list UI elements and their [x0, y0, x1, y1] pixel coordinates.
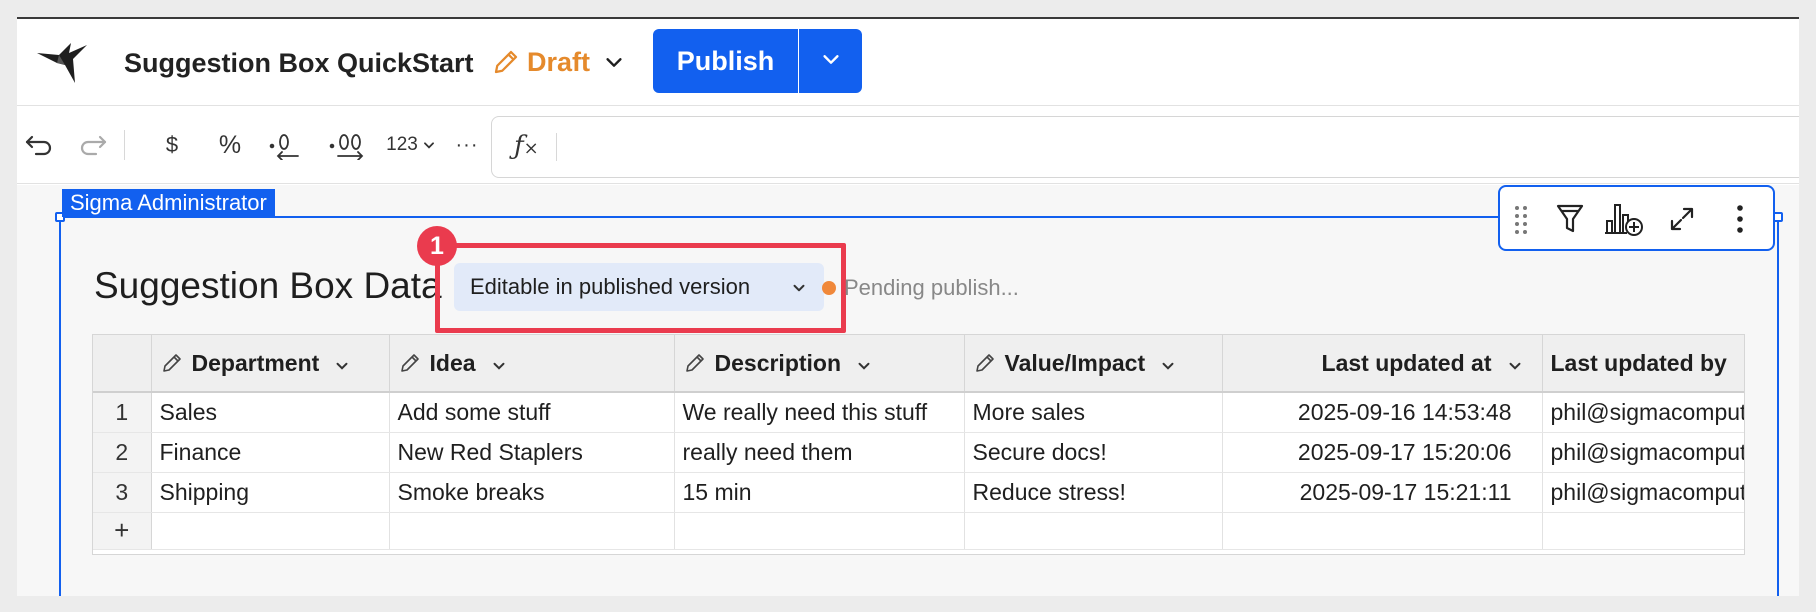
pencil-icon: [398, 351, 422, 375]
publish-button[interactable]: Publish: [653, 29, 798, 93]
number-format-dropdown[interactable]: 123: [383, 125, 439, 165]
app-header: Suggestion Box QuickStart Draft Publish: [17, 19, 1799, 105]
chevron-down-icon[interactable]: [855, 354, 873, 372]
chevron-down-icon[interactable]: [1741, 354, 1744, 372]
filter-icon[interactable]: [1550, 199, 1590, 239]
table-cell[interactable]: phil@sigmacomputing.com: [1542, 392, 1744, 433]
chevron-down-icon: [820, 48, 842, 75]
number-format-label: 123: [386, 134, 418, 155]
pencil-icon: [683, 351, 707, 375]
increase-decimals-icon[interactable]: [327, 125, 371, 165]
column-header-idea[interactable]: Idea: [389, 335, 675, 393]
table-header-row: Department Idea Description Value/Impact…: [93, 335, 1744, 393]
workbook-canvas: Sigma Administrator Suggestion Box Data …: [17, 185, 1799, 596]
more-options-button[interactable]: ···: [449, 125, 485, 165]
table-cell[interactable]: 2025-09-16 14:53:48: [1222, 392, 1543, 433]
column-label: Description: [714, 349, 842, 376]
pencil-icon: [160, 351, 184, 375]
table-cell[interactable]: [1222, 512, 1543, 550]
table-cell[interactable]: [389, 512, 675, 550]
table-cell[interactable]: [151, 512, 390, 550]
table-cell[interactable]: Add some stuff: [389, 392, 675, 433]
formatting-toolbar: $ % 123 ··· ƒ×: [17, 105, 1799, 184]
table-row: 1 Sales Add some stuff We really need th…: [93, 392, 1744, 433]
table-cell[interactable]: 2025-09-17 15:21:11: [1222, 472, 1543, 513]
chevron-down-icon[interactable]: [1506, 354, 1524, 372]
data-table: Department Idea Description Value/Impact…: [92, 334, 1745, 555]
table-cell[interactable]: Shipping: [151, 472, 390, 513]
decrease-decimals-icon[interactable]: [267, 125, 305, 165]
chevron-down-icon[interactable]: [333, 354, 351, 372]
user-presence-tag: Sigma Administrator: [62, 189, 275, 217]
drag-handle-icon[interactable]: [1508, 199, 1534, 239]
table-row: 2 Finance New Red Staplers really need t…: [93, 432, 1744, 473]
publish-options-button[interactable]: [799, 29, 862, 93]
more-vertical-icon[interactable]: [1720, 199, 1760, 239]
table-cell[interactable]: Finance: [151, 432, 390, 473]
undo-icon[interactable]: [21, 125, 57, 165]
document-title[interactable]: Suggestion Box QuickStart: [124, 48, 474, 79]
table-cell[interactable]: 15 min: [674, 472, 965, 513]
column-label: Last updated by: [1550, 349, 1727, 376]
add-row-button[interactable]: +: [93, 512, 152, 550]
table-cell[interactable]: 2025-09-17 15:20:06: [1222, 432, 1543, 473]
add-row: +: [93, 512, 1744, 550]
chevron-down-icon[interactable]: [490, 354, 508, 372]
table-cell[interactable]: [674, 512, 965, 550]
pending-label: Pending publish...: [844, 275, 1019, 300]
table-cell[interactable]: phil@sigmacomputing.com: [1542, 472, 1744, 513]
expand-icon[interactable]: [1662, 199, 1702, 239]
pending-publish-status: Pending publish...: [822, 275, 1019, 301]
annotation-callout-badge: 1: [417, 226, 457, 266]
draft-status[interactable]: Draft: [491, 43, 590, 81]
formula-bar[interactable]: ƒ×: [491, 116, 1799, 178]
table-title[interactable]: Suggestion Box Data: [94, 265, 442, 307]
table-cell[interactable]: Reduce stress!: [964, 472, 1223, 513]
chevron-down-icon[interactable]: [603, 51, 625, 73]
percent-format-button[interactable]: %: [212, 125, 248, 165]
table-cell[interactable]: [964, 512, 1223, 550]
column-header-value-impact[interactable]: Value/Impact: [964, 335, 1223, 393]
row-number[interactable]: 1: [93, 392, 152, 433]
chevron-down-icon[interactable]: [1159, 354, 1177, 372]
toolbar-divider: [124, 130, 125, 160]
table-cell[interactable]: Smoke breaks: [389, 472, 675, 513]
formula-divider: [556, 133, 557, 161]
pencil-icon: [973, 351, 997, 375]
table-cell[interactable]: More sales: [964, 392, 1223, 433]
column-header-department[interactable]: Department: [151, 335, 390, 393]
column-label: Last updated at: [1321, 349, 1492, 376]
add-chart-icon[interactable]: [1602, 199, 1648, 239]
column-header-last-updated-by[interactable]: Last updated by: [1542, 335, 1744, 393]
element-toolbar: [1498, 185, 1775, 251]
table-cell[interactable]: phil@sigmacomputing.com: [1542, 432, 1744, 473]
app-window: Suggestion Box QuickStart Draft Publish: [17, 17, 1799, 596]
row-number[interactable]: 2: [93, 432, 152, 473]
pencil-icon: [491, 47, 521, 77]
currency-format-button[interactable]: $: [157, 125, 187, 165]
column-label: Idea: [429, 349, 476, 376]
table-row: 3 Shipping Smoke breaks 15 min Reduce st…: [93, 472, 1744, 513]
column-label: Value/Impact: [1004, 349, 1146, 376]
status-dot-icon: [822, 281, 836, 295]
column-label: Department: [191, 349, 320, 376]
row-number[interactable]: 3: [93, 472, 152, 513]
table-cell[interactable]: Sales: [151, 392, 390, 433]
sigma-logo-icon[interactable]: [35, 39, 89, 85]
column-header-description[interactable]: Description: [674, 335, 965, 393]
redo-icon[interactable]: [75, 125, 111, 165]
column-header-last-updated-at[interactable]: Last updated at: [1222, 335, 1543, 393]
table-cell[interactable]: New Red Staplers: [389, 432, 675, 473]
row-number-header: [93, 335, 152, 393]
draft-label: Draft: [527, 46, 591, 77]
table-cell[interactable]: Secure docs!: [964, 432, 1223, 473]
table-cell[interactable]: really need them: [674, 432, 965, 473]
table-cell[interactable]: We really need this stuff: [674, 392, 965, 433]
function-icon: ƒ×: [514, 131, 539, 161]
annotation-highlight: [435, 243, 846, 333]
table-cell[interactable]: [1542, 512, 1744, 550]
